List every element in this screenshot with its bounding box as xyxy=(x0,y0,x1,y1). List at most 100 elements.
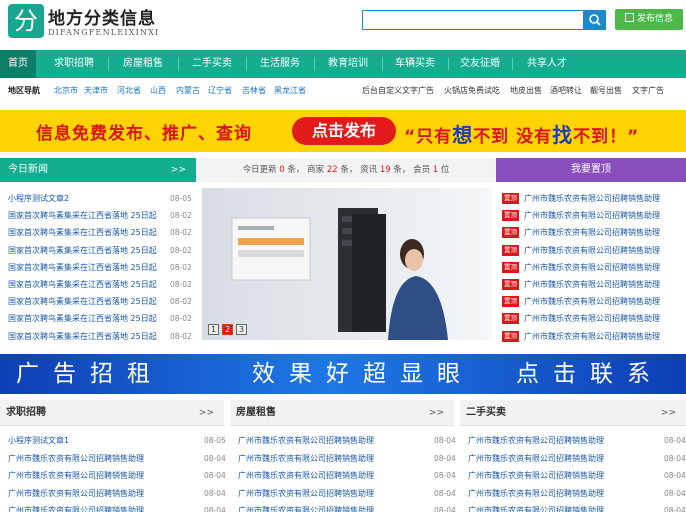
list-item[interactable]: 广州市魏乐农资有限公司招聘销售助理 08-04 xyxy=(8,485,226,502)
list-item[interactable]: 置顶 广州市魏乐农资有限公司招聘销售助理 xyxy=(496,293,686,310)
list-item-title[interactable]: 国家首次聘鸟素集采在江西省落地 25日起 xyxy=(8,328,158,345)
list-item[interactable]: 国家首次聘鸟素集采在江西省落地 25日起 08-02 xyxy=(8,293,194,310)
list-item-title[interactable]: 广州市魏乐农资有限公司招聘销售助理 xyxy=(524,310,684,327)
list-item[interactable]: 小程序测试文章2 08-05 xyxy=(8,190,194,207)
list-item-title[interactable]: 小程序测试文章2 xyxy=(8,190,158,207)
list-item[interactable]: 广州市魏乐农资有限公司招聘销售助理 08-04 xyxy=(8,502,226,512)
nav-life-services[interactable]: 生活服务 xyxy=(250,50,310,78)
list-item-title[interactable]: 国家首次聘鸟素集采在江西省落地 25日起 xyxy=(8,310,158,327)
region-link[interactable]: 山西 xyxy=(150,82,166,100)
list-item-title[interactable]: 广州市魏乐农资有限公司招聘销售助理 xyxy=(468,467,638,484)
region-link[interactable]: 河北省 xyxy=(117,82,141,100)
text-ad-link[interactable]: 后台自定义文字广告 xyxy=(362,82,434,100)
list-item[interactable]: 小程序测试文章1 08-05 xyxy=(8,432,226,449)
slider-page-3[interactable]: 3 xyxy=(236,324,247,335)
list-item-title[interactable]: 广州市魏乐农资有限公司招聘销售助理 xyxy=(468,450,638,467)
list-item-title[interactable]: 广州市魏乐农资有限公司招聘销售助理 xyxy=(524,328,684,345)
list-item-title[interactable]: 广州市魏乐农资有限公司招聘销售助理 xyxy=(8,502,178,512)
list-item[interactable]: 国家首次聘鸟素集采在江西省落地 25日起 08-02 xyxy=(8,259,194,276)
list-item[interactable]: 广州市魏乐农资有限公司招聘销售助理 08-04 xyxy=(8,450,226,467)
list-item[interactable]: 国家首次聘鸟素集采在江西省落地 25日起 08-02 xyxy=(8,276,194,293)
nav-housing[interactable]: 房屋租售 xyxy=(112,50,174,78)
nav-secondhand[interactable]: 二手买卖 xyxy=(182,50,242,78)
list-item-title[interactable]: 广州市魏乐农资有限公司招聘销售助理 xyxy=(468,485,638,502)
nav-talent[interactable]: 共享人才 xyxy=(516,50,578,78)
list-item-title[interactable]: 广州市魏乐农资有限公司招聘销售助理 xyxy=(524,242,684,259)
nav-vehicles[interactable]: 车辆买卖 xyxy=(386,50,444,78)
list-item-title[interactable]: 广州市魏乐农资有限公司招聘销售助理 xyxy=(524,224,684,241)
list-item[interactable]: 广州市魏乐农资有限公司招聘销售助理 08-04 xyxy=(468,432,686,449)
list-item[interactable]: 置顶 广州市魏乐农资有限公司招聘销售助理 xyxy=(496,328,686,345)
site-name[interactable]: 地方分类信息 xyxy=(48,4,156,29)
publish-promo-banner[interactable]: 信息免费发布、推广、查询 点击发布 “只有想不到 没有找不到！” xyxy=(0,110,686,152)
text-ad-link[interactable]: 地皮出售 xyxy=(510,82,542,100)
section-more-link[interactable]: >> xyxy=(661,400,676,426)
region-link[interactable]: 吉林省 xyxy=(242,82,266,100)
list-item[interactable]: 广州市魏乐农资有限公司招聘销售助理 08-04 xyxy=(238,450,456,467)
search-button[interactable] xyxy=(584,10,606,30)
list-item[interactable]: 广州市魏乐农资有限公司招聘销售助理 08-04 xyxy=(238,467,456,484)
list-item[interactable]: 国家首次聘鸟素集采在江西省落地 25日起 08-02 xyxy=(8,224,194,241)
list-item[interactable]: 置顶 广州市魏乐农资有限公司招聘销售助理 xyxy=(496,276,686,293)
list-item[interactable]: 国家首次聘鸟素集采在江西省落地 25日起 08-02 xyxy=(8,310,194,327)
list-item-title[interactable]: 广州市魏乐农资有限公司招聘销售助理 xyxy=(238,467,408,484)
list-item[interactable]: 国家首次聘鸟素集采在江西省落地 25日起 08-02 xyxy=(8,328,194,345)
ad-rent-banner[interactable]: 广告招租 效果好超显眼 点击联系 xyxy=(0,354,686,394)
list-item-title[interactable]: 广州市魏乐农资有限公司招聘销售助理 xyxy=(8,450,178,467)
region-link[interactable]: 内蒙古 xyxy=(176,82,200,100)
list-item-title[interactable]: 广州市魏乐农资有限公司招聘销售助理 xyxy=(238,432,408,449)
text-ad-link[interactable]: 文字广告 xyxy=(632,82,664,100)
section-more-link[interactable]: >> xyxy=(429,400,444,426)
list-item-title[interactable]: 广州市魏乐农资有限公司招聘销售助理 xyxy=(238,450,408,467)
list-item[interactable]: 广州市魏乐农资有限公司招聘销售助理 08-04 xyxy=(468,467,686,484)
text-ad-link[interactable]: 靓号出售 xyxy=(590,82,622,100)
list-item[interactable]: 置顶 广州市魏乐农资有限公司招聘销售助理 xyxy=(496,259,686,276)
list-item[interactable]: 置顶 广州市魏乐农资有限公司招聘销售助理 xyxy=(496,310,686,327)
region-link[interactable]: 辽宁省 xyxy=(208,82,232,100)
nav-home[interactable]: 首页 xyxy=(0,50,36,78)
list-item[interactable]: 广州市魏乐农资有限公司招聘销售助理 08-04 xyxy=(468,450,686,467)
list-item-title[interactable]: 广州市魏乐农资有限公司招聘销售助理 xyxy=(238,502,408,512)
list-item-title[interactable]: 国家首次聘鸟素集采在江西省落地 25日起 xyxy=(8,224,158,241)
list-item-title[interactable]: 广州市魏乐农资有限公司招聘销售助理 xyxy=(8,485,178,502)
logo-icon[interactable]: 分 xyxy=(8,4,44,38)
list-item-title[interactable]: 广州市魏乐农资有限公司招聘销售助理 xyxy=(524,276,684,293)
list-item-title[interactable]: 小程序测试文章1 xyxy=(8,432,178,449)
nav-education[interactable]: 教育培训 xyxy=(318,50,378,78)
list-item-title[interactable]: 广州市魏乐农资有限公司招聘销售助理 xyxy=(524,259,684,276)
list-item-title[interactable]: 广州市魏乐农资有限公司招聘销售助理 xyxy=(238,485,408,502)
region-link[interactable]: 北京市 xyxy=(54,82,78,100)
search-input[interactable] xyxy=(362,10,584,30)
list-item-title[interactable]: 广州市魏乐农资有限公司招聘销售助理 xyxy=(524,293,684,310)
list-item-title[interactable]: 国家首次聘鸟素集采在江西省落地 25日起 xyxy=(8,259,158,276)
list-item[interactable]: 置顶 广州市魏乐农资有限公司招聘销售助理 xyxy=(496,242,686,259)
slider-page-2[interactable]: 2 xyxy=(222,324,233,335)
publish-button[interactable]: 发布信息 xyxy=(615,9,683,30)
slider-page-1[interactable]: 1 xyxy=(208,324,219,335)
list-item-title[interactable]: 国家首次聘鸟素集采在江西省落地 25日起 xyxy=(8,207,158,224)
list-item[interactable]: 置顶 广州市魏乐农资有限公司招聘销售助理 xyxy=(496,224,686,241)
promo-publish-button[interactable]: 点击发布 xyxy=(292,117,396,145)
list-item[interactable]: 广州市魏乐农资有限公司招聘销售助理 08-04 xyxy=(238,485,456,502)
sticky-panel-header[interactable]: 我要置顶 xyxy=(496,158,686,182)
list-item-title[interactable]: 广州市魏乐农资有限公司招聘销售助理 xyxy=(468,432,638,449)
list-item-title[interactable]: 广州市魏乐农资有限公司招聘销售助理 xyxy=(468,502,638,512)
nav-jobs[interactable]: 求职招聘 xyxy=(44,50,104,78)
list-item[interactable]: 置顶 广州市魏乐农资有限公司招聘销售助理 xyxy=(496,190,686,207)
section-more-link[interactable]: >> xyxy=(199,400,214,426)
region-link[interactable]: 黑龙江省 xyxy=(274,82,306,100)
list-item-title[interactable]: 国家首次聘鸟素集采在江西省落地 25日起 xyxy=(8,276,158,293)
list-item-title[interactable]: 广州市魏乐农资有限公司招聘销售助理 xyxy=(524,190,684,207)
news-more-link[interactable]: >> xyxy=(171,158,186,182)
list-item[interactable]: 国家首次聘鸟素集采在江西省落地 25日起 08-02 xyxy=(8,207,194,224)
list-item[interactable]: 置顶 广州市魏乐农资有限公司招聘销售助理 xyxy=(496,207,686,224)
list-item-title[interactable]: 国家首次聘鸟素集采在江西省落地 25日起 xyxy=(8,293,158,310)
image-slider[interactable]: 1 2 3 xyxy=(202,188,492,340)
list-item[interactable]: 国家首次聘鸟素集采在江西省落地 25日起 08-02 xyxy=(8,242,194,259)
list-item[interactable]: 广州市魏乐农资有限公司招聘销售助理 08-04 xyxy=(468,502,686,512)
text-ad-link[interactable]: 火锅店免费试吃 xyxy=(444,82,500,100)
list-item-title[interactable]: 广州市魏乐农资有限公司招聘销售助理 xyxy=(8,467,178,484)
region-link[interactable]: 天津市 xyxy=(84,82,108,100)
nav-dating[interactable]: 交友征婚 xyxy=(452,50,508,78)
list-item-title[interactable]: 广州市魏乐农资有限公司招聘销售助理 xyxy=(524,207,684,224)
